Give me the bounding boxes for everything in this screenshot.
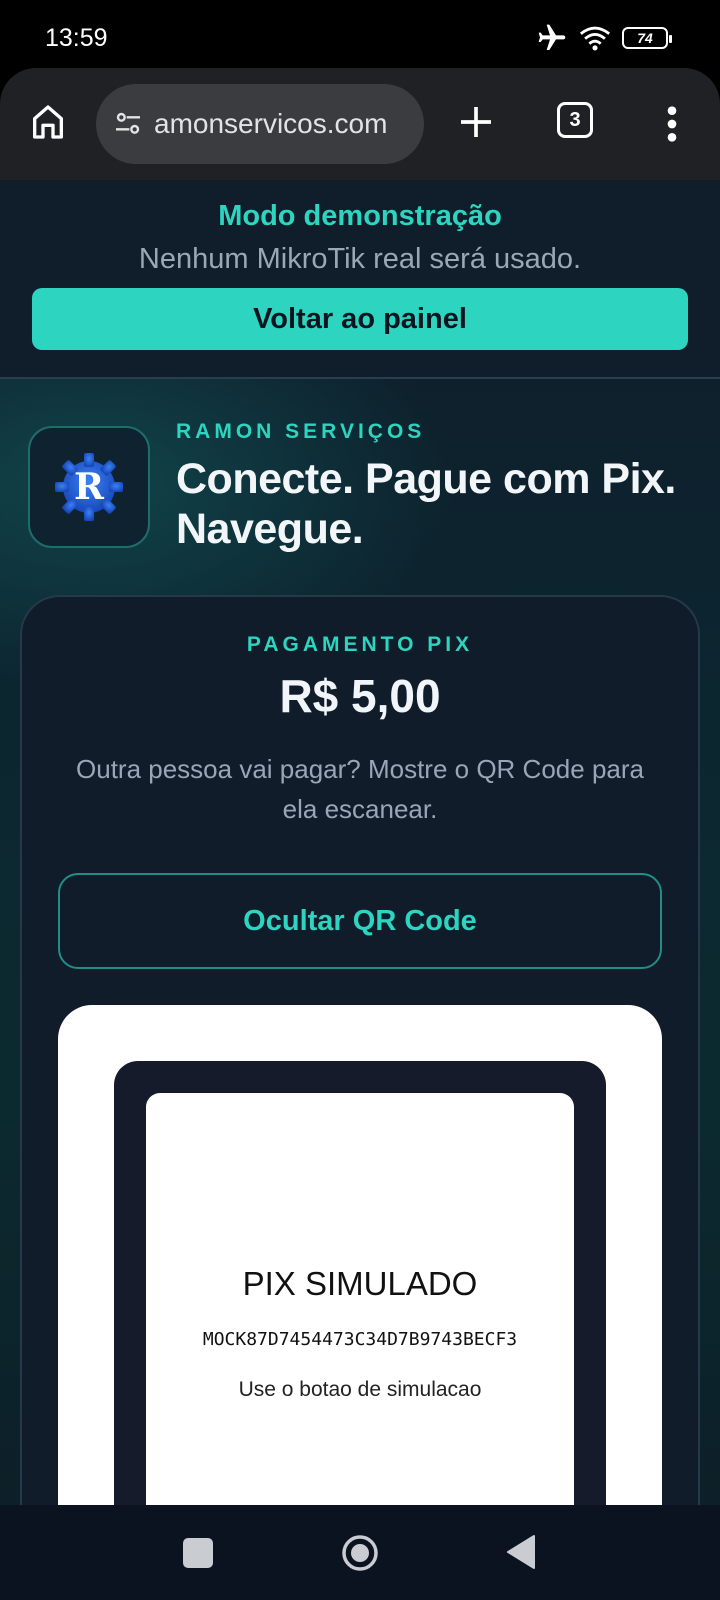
qr-title: PIX SIMULADO xyxy=(242,1265,478,1302)
logo-letter: R xyxy=(74,466,105,508)
qr-code-text: MOCK87D7454473C34D7B9743BECF3 xyxy=(202,1329,518,1350)
recents-icon[interactable] xyxy=(183,1538,213,1568)
site-settings-icon[interactable] xyxy=(112,108,144,140)
browser-toolbar: amonservicos.com 3 xyxy=(0,68,720,180)
back-icon[interactable] xyxy=(506,1534,536,1570)
payment-amount: R$ 5,00 xyxy=(279,670,441,722)
brand-kicker: RAMON SERVIÇOS xyxy=(176,420,426,443)
url-text: amonservicos.com xyxy=(154,108,388,139)
demo-title: Modo demonstração xyxy=(218,200,502,232)
navigation-bar xyxy=(0,1505,720,1600)
more-vert-icon[interactable] xyxy=(660,104,684,144)
payment-card: PAGAMENTO PIX R$ 5,00 Outra pessoa vai p… xyxy=(20,595,700,1505)
brand-header: R RAMON SERVIÇOS Conecte. Pague com Pix.… xyxy=(28,420,698,556)
brand-headline: Conecte. Pague com Pix. Navegue. xyxy=(176,455,676,553)
demo-banner: Modo demonstração Nenhum MikroTik real s… xyxy=(0,180,720,379)
qr-hint: Use o botao de simulacao xyxy=(238,1378,482,1401)
page-content: Modo demonstração Nenhum MikroTik real s… xyxy=(0,180,720,1505)
qr-frame: PIX SIMULADO MOCK87D7454473C34D7B9743BEC… xyxy=(114,1061,606,1505)
tabs-icon[interactable]: 3 xyxy=(557,102,593,138)
gear-logo-icon: R xyxy=(55,453,123,521)
wifi-icon xyxy=(579,26,611,51)
qr-container: PIX SIMULADO MOCK87D7454473C34D7B9743BEC… xyxy=(58,1005,662,1505)
home-circle-icon[interactable] xyxy=(341,1534,379,1572)
back-to-panel-button[interactable]: Voltar ao painel xyxy=(32,288,688,350)
home-icon[interactable] xyxy=(28,102,68,142)
status-bar: 13:59 74 xyxy=(0,0,720,76)
status-icons: 74 xyxy=(536,22,672,54)
status-time: 13:59 xyxy=(45,24,108,52)
airplane-icon xyxy=(538,24,566,50)
qr-image: PIX SIMULADO MOCK87D7454473C34D7B9743BEC… xyxy=(146,1093,574,1505)
demo-subtitle: Nenhum MikroTik real será usado. xyxy=(138,243,582,275)
payment-note: Outra pessoa vai pagar? Mostre o QR Code… xyxy=(76,754,644,824)
payment-kicker: PAGAMENTO PIX xyxy=(246,633,474,656)
brand-logo: R xyxy=(28,426,150,548)
hide-qr-button[interactable]: Ocultar QR Code xyxy=(58,873,662,969)
address-bar[interactable]: amonservicos.com xyxy=(96,84,424,164)
battery-icon: 74 xyxy=(622,27,672,49)
new-tab-icon[interactable] xyxy=(456,102,496,142)
